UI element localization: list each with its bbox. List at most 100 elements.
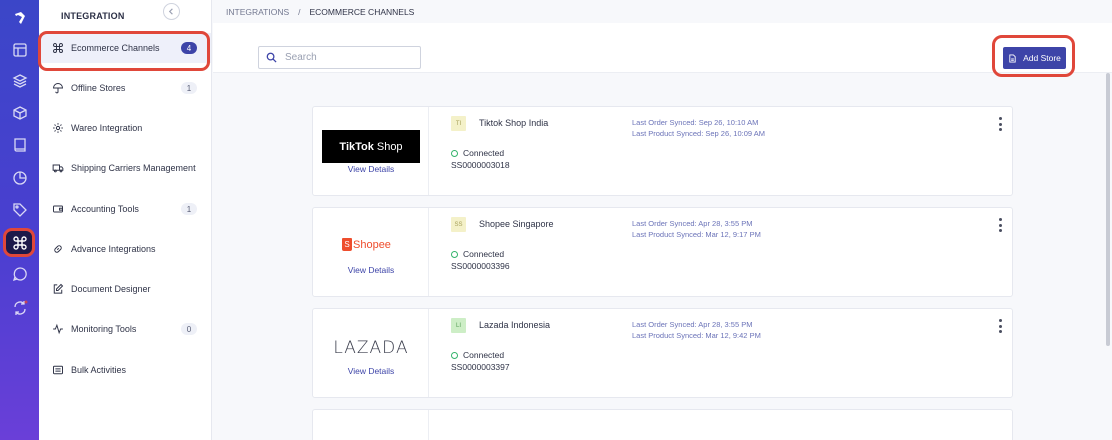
settings-icon bbox=[51, 122, 64, 135]
sidebar-item-label: Accounting Tools bbox=[71, 204, 139, 214]
chat-icon[interactable] bbox=[8, 262, 31, 285]
sync-info: Last Order Synced: Apr 28, 3:55 PM Last … bbox=[632, 319, 761, 341]
add-store-button[interactable]: Add Store bbox=[1003, 47, 1066, 69]
view-details-link[interactable]: View Details bbox=[313, 366, 429, 376]
more-options-icon[interactable] bbox=[997, 218, 1003, 232]
scrollbar[interactable] bbox=[1106, 73, 1110, 346]
status-text: Connected bbox=[463, 249, 505, 259]
last-product-synced: Last Product Synced: Mar 12, 9:17 PM bbox=[632, 230, 761, 239]
status-text: Connected bbox=[463, 350, 505, 360]
search-icon bbox=[266, 52, 277, 63]
sync-info: Last Order Synced: Apr 28, 3:55 PM Last … bbox=[632, 218, 761, 240]
sidebar-item-bulk-activities[interactable]: Bulk Activities bbox=[39, 355, 211, 385]
layout-icon[interactable] bbox=[8, 38, 31, 61]
collapse-sidebar-button[interactable] bbox=[163, 3, 180, 20]
store-name: Tiktok Shop India bbox=[479, 118, 549, 128]
sidebar: INTEGRATION Ecommerce Channels 4 Offline… bbox=[39, 0, 212, 440]
search-input[interactable] bbox=[285, 52, 415, 63]
store-avatar: TI bbox=[451, 116, 466, 131]
view-details-link[interactable]: View Details bbox=[313, 265, 429, 275]
sidebar-item-label: Offline Stores bbox=[71, 83, 126, 93]
lazada-logo: LAZADA bbox=[333, 338, 409, 358]
connection-status: Connected bbox=[451, 350, 504, 360]
breadcrumb-current: ECOMMERCE CHANNELS bbox=[309, 7, 415, 17]
sync-icon[interactable] bbox=[8, 296, 31, 319]
logo-sub-text: Shop bbox=[376, 140, 403, 153]
store-id: SS0000003396 bbox=[451, 261, 510, 271]
activity-icon bbox=[51, 323, 64, 336]
sidebar-item-label: Monitoring Tools bbox=[71, 324, 137, 334]
sidebar-item-advance-integrations[interactable]: Advance Integrations bbox=[39, 234, 211, 264]
store-id: SS0000003397 bbox=[451, 362, 510, 372]
store-avatar: SS bbox=[451, 217, 466, 232]
shopee-logo: S Shopee bbox=[342, 238, 391, 251]
sidebar-item-label: Wareo Integration bbox=[71, 123, 143, 133]
connection-status: Connected bbox=[451, 249, 504, 259]
logo-text: Shopee bbox=[353, 238, 391, 251]
store-logo-cell: TikTok Shop View Details bbox=[313, 107, 429, 195]
truck-icon bbox=[51, 162, 64, 175]
breadcrumb-integrations[interactable]: INTEGRATIONS bbox=[226, 7, 289, 17]
breadcrumb: INTEGRATIONS / ECOMMERCE CHANNELS bbox=[226, 7, 414, 17]
status-dot-icon bbox=[451, 351, 458, 359]
chart-pie-icon[interactable] bbox=[8, 166, 31, 189]
tag-icon[interactable] bbox=[8, 198, 31, 221]
shopee-bag-icon: S bbox=[342, 238, 352, 251]
edit-icon bbox=[51, 283, 64, 296]
app-rail bbox=[0, 0, 39, 440]
more-options-icon[interactable] bbox=[997, 117, 1003, 131]
sidebar-item-offline-stores[interactable]: Offline Stores 1 bbox=[39, 73, 211, 103]
connection-status: Connected bbox=[451, 148, 504, 158]
sidebar-item-document-designer[interactable]: Document Designer bbox=[39, 274, 211, 304]
sidebar-item-shipping-carriers[interactable]: Shipping Carriers Management bbox=[39, 153, 211, 183]
logo-text: TikTok bbox=[339, 140, 374, 153]
store-name: Shopee Singapore bbox=[479, 219, 554, 229]
command-icon bbox=[51, 42, 64, 55]
store-card: S Shopee View Details SS Shopee Singapor… bbox=[312, 207, 1013, 297]
sidebar-item-ecommerce-channels[interactable]: Ecommerce Channels 4 bbox=[39, 33, 211, 63]
sidebar-item-monitoring-tools[interactable]: Monitoring Tools 0 bbox=[39, 314, 211, 344]
sidebar-item-label: Document Designer bbox=[71, 284, 151, 294]
book-icon[interactable] bbox=[8, 133, 31, 156]
count-badge: 0 bbox=[181, 323, 197, 335]
count-badge: 1 bbox=[181, 82, 197, 94]
sidebar-item-label: Bulk Activities bbox=[71, 365, 127, 375]
link-icon bbox=[51, 243, 64, 256]
tiktok-shop-logo: TikTok Shop bbox=[322, 130, 420, 163]
more-options-icon[interactable] bbox=[997, 319, 1003, 333]
sidebar-item-label: Shipping Carriers Management bbox=[71, 163, 196, 173]
wallet-icon bbox=[51, 203, 64, 216]
last-product-synced: Last Product Synced: Mar 12, 9:42 PM bbox=[632, 331, 761, 340]
umbrella-icon bbox=[51, 82, 64, 95]
status-dot-icon bbox=[451, 250, 458, 258]
store-id: SS0000003018 bbox=[451, 160, 510, 170]
box-icon[interactable] bbox=[8, 101, 31, 124]
view-details-link[interactable]: View Details bbox=[313, 164, 429, 174]
command-icon[interactable] bbox=[8, 231, 31, 254]
list-icon bbox=[51, 364, 64, 377]
store-logo-cell: LAZADA View Details bbox=[313, 309, 429, 397]
store-logo-cell bbox=[313, 410, 429, 440]
logo-icon[interactable] bbox=[8, 6, 31, 29]
store-card-partial bbox=[312, 409, 1013, 440]
search-box[interactable] bbox=[258, 46, 421, 69]
count-badge: 4 bbox=[181, 42, 197, 54]
last-order-synced: Last Order Synced: Sep 26, 10:10 AM bbox=[632, 118, 759, 127]
status-text: Connected bbox=[463, 148, 505, 158]
sidebar-title: INTEGRATION bbox=[61, 11, 125, 21]
sidebar-item-label: Ecommerce Channels bbox=[71, 43, 160, 53]
layers-icon[interactable] bbox=[8, 69, 31, 92]
store-name: Lazada Indonesia bbox=[479, 320, 551, 330]
count-badge: 1 bbox=[181, 203, 197, 215]
last-order-synced: Last Order Synced: Apr 28, 3:55 PM bbox=[632, 219, 753, 228]
add-store-label: Add Store bbox=[1023, 53, 1061, 63]
sync-info: Last Order Synced: Sep 26, 10:10 AM Last… bbox=[632, 117, 765, 139]
sidebar-item-accounting-tools[interactable]: Accounting Tools 1 bbox=[39, 194, 211, 224]
store-card: TikTok Shop View Details TI Tiktok Shop … bbox=[312, 106, 1013, 196]
document-icon bbox=[1009, 53, 1016, 63]
store-logo-cell: S Shopee View Details bbox=[313, 208, 429, 296]
status-dot-icon bbox=[451, 149, 458, 157]
last-order-synced: Last Order Synced: Apr 28, 3:55 PM bbox=[632, 320, 753, 329]
sidebar-item-label: Advance Integrations bbox=[71, 244, 156, 254]
sidebar-item-wareo-integration[interactable]: Wareo Integration bbox=[39, 113, 211, 143]
